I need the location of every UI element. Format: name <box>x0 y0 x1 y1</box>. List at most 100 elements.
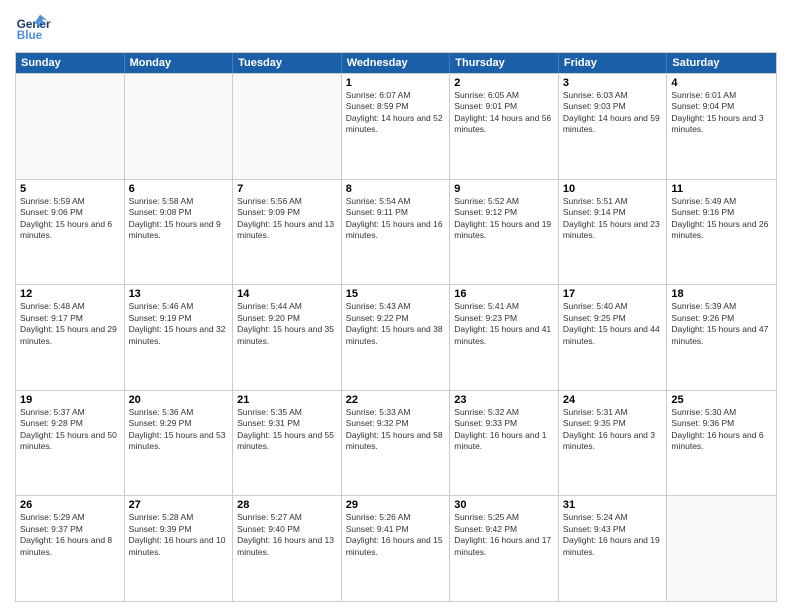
day-number: 22 <box>346 394 446 406</box>
day-info: Sunrise: 5:27 AM Sunset: 9:40 PM Dayligh… <box>237 512 337 558</box>
day-number: 15 <box>346 288 446 300</box>
day-number: 27 <box>129 499 229 511</box>
day-info: Sunrise: 5:32 AM Sunset: 9:33 PM Dayligh… <box>454 407 554 453</box>
day-info: Sunrise: 5:43 AM Sunset: 9:22 PM Dayligh… <box>346 301 446 347</box>
day-cell-14: 14Sunrise: 5:44 AM Sunset: 9:20 PM Dayli… <box>233 285 342 390</box>
day-number: 14 <box>237 288 337 300</box>
day-info: Sunrise: 5:25 AM Sunset: 9:42 PM Dayligh… <box>454 512 554 558</box>
day-info: Sunrise: 5:58 AM Sunset: 9:08 PM Dayligh… <box>129 196 229 242</box>
day-info: Sunrise: 5:28 AM Sunset: 9:39 PM Dayligh… <box>129 512 229 558</box>
day-cell-16: 16Sunrise: 5:41 AM Sunset: 9:23 PM Dayli… <box>450 285 559 390</box>
day-cell-26: 26Sunrise: 5:29 AM Sunset: 9:37 PM Dayli… <box>16 496 125 601</box>
day-info: Sunrise: 5:29 AM Sunset: 9:37 PM Dayligh… <box>20 512 120 558</box>
svg-text:Blue: Blue <box>17 29 43 42</box>
calendar-week-5: 26Sunrise: 5:29 AM Sunset: 9:37 PM Dayli… <box>16 495 776 601</box>
day-cell-20: 20Sunrise: 5:36 AM Sunset: 9:29 PM Dayli… <box>125 391 234 496</box>
day-number: 3 <box>563 77 663 89</box>
day-number: 6 <box>129 183 229 195</box>
day-number: 13 <box>129 288 229 300</box>
day-info: Sunrise: 6:05 AM Sunset: 9:01 PM Dayligh… <box>454 90 554 136</box>
day-number: 10 <box>563 183 663 195</box>
empty-cell <box>667 496 776 601</box>
day-number: 28 <box>237 499 337 511</box>
day-number: 9 <box>454 183 554 195</box>
day-cell-11: 11Sunrise: 5:49 AM Sunset: 9:16 PM Dayli… <box>667 180 776 285</box>
day-info: Sunrise: 5:39 AM Sunset: 9:26 PM Dayligh… <box>671 301 772 347</box>
day-number: 12 <box>20 288 120 300</box>
day-number: 23 <box>454 394 554 406</box>
day-cell-8: 8Sunrise: 5:54 AM Sunset: 9:11 PM Daylig… <box>342 180 451 285</box>
empty-cell <box>233 74 342 179</box>
logo: General Blue <box>15 10 51 46</box>
empty-cell <box>125 74 234 179</box>
day-cell-18: 18Sunrise: 5:39 AM Sunset: 9:26 PM Dayli… <box>667 285 776 390</box>
day-cell-6: 6Sunrise: 5:58 AM Sunset: 9:08 PM Daylig… <box>125 180 234 285</box>
calendar-week-3: 12Sunrise: 5:48 AM Sunset: 9:17 PM Dayli… <box>16 284 776 390</box>
day-info: Sunrise: 5:56 AM Sunset: 9:09 PM Dayligh… <box>237 196 337 242</box>
day-cell-31: 31Sunrise: 5:24 AM Sunset: 9:43 PM Dayli… <box>559 496 668 601</box>
day-number: 1 <box>346 77 446 89</box>
day-info: Sunrise: 5:41 AM Sunset: 9:23 PM Dayligh… <box>454 301 554 347</box>
day-info: Sunrise: 5:49 AM Sunset: 9:16 PM Dayligh… <box>671 196 772 242</box>
day-info: Sunrise: 5:37 AM Sunset: 9:28 PM Dayligh… <box>20 407 120 453</box>
day-cell-2: 2Sunrise: 6:05 AM Sunset: 9:01 PM Daylig… <box>450 74 559 179</box>
day-info: Sunrise: 5:51 AM Sunset: 9:14 PM Dayligh… <box>563 196 663 242</box>
day-cell-21: 21Sunrise: 5:35 AM Sunset: 9:31 PM Dayli… <box>233 391 342 496</box>
day-number: 16 <box>454 288 554 300</box>
day-info: Sunrise: 5:36 AM Sunset: 9:29 PM Dayligh… <box>129 407 229 453</box>
header-day-tuesday: Tuesday <box>233 53 342 73</box>
header-day-wednesday: Wednesday <box>342 53 451 73</box>
day-number: 30 <box>454 499 554 511</box>
day-info: Sunrise: 5:30 AM Sunset: 9:36 PM Dayligh… <box>671 407 772 453</box>
header: General Blue <box>15 10 777 46</box>
day-number: 18 <box>671 288 772 300</box>
day-cell-24: 24Sunrise: 5:31 AM Sunset: 9:35 PM Dayli… <box>559 391 668 496</box>
day-cell-23: 23Sunrise: 5:32 AM Sunset: 9:33 PM Dayli… <box>450 391 559 496</box>
calendar-page: General Blue SundayMondayTuesdayWednesda… <box>0 0 792 612</box>
day-number: 7 <box>237 183 337 195</box>
calendar-body: 1Sunrise: 6:07 AM Sunset: 8:59 PM Daylig… <box>16 73 776 601</box>
day-info: Sunrise: 5:31 AM Sunset: 9:35 PM Dayligh… <box>563 407 663 453</box>
day-cell-15: 15Sunrise: 5:43 AM Sunset: 9:22 PM Dayli… <box>342 285 451 390</box>
day-number: 31 <box>563 499 663 511</box>
day-cell-22: 22Sunrise: 5:33 AM Sunset: 9:32 PM Dayli… <box>342 391 451 496</box>
day-cell-30: 30Sunrise: 5:25 AM Sunset: 9:42 PM Dayli… <box>450 496 559 601</box>
day-info: Sunrise: 6:01 AM Sunset: 9:04 PM Dayligh… <box>671 90 772 136</box>
day-cell-3: 3Sunrise: 6:03 AM Sunset: 9:03 PM Daylig… <box>559 74 668 179</box>
day-info: Sunrise: 5:44 AM Sunset: 9:20 PM Dayligh… <box>237 301 337 347</box>
calendar-week-2: 5Sunrise: 5:59 AM Sunset: 9:06 PM Daylig… <box>16 179 776 285</box>
day-number: 20 <box>129 394 229 406</box>
day-number: 21 <box>237 394 337 406</box>
day-info: Sunrise: 5:48 AM Sunset: 9:17 PM Dayligh… <box>20 301 120 347</box>
day-cell-25: 25Sunrise: 5:30 AM Sunset: 9:36 PM Dayli… <box>667 391 776 496</box>
day-cell-19: 19Sunrise: 5:37 AM Sunset: 9:28 PM Dayli… <box>16 391 125 496</box>
logo-icon: General Blue <box>15 10 51 46</box>
day-info: Sunrise: 5:52 AM Sunset: 9:12 PM Dayligh… <box>454 196 554 242</box>
calendar: SundayMondayTuesdayWednesdayThursdayFrid… <box>15 52 777 602</box>
day-info: Sunrise: 5:24 AM Sunset: 9:43 PM Dayligh… <box>563 512 663 558</box>
day-cell-1: 1Sunrise: 6:07 AM Sunset: 8:59 PM Daylig… <box>342 74 451 179</box>
day-number: 17 <box>563 288 663 300</box>
day-number: 26 <box>20 499 120 511</box>
day-number: 4 <box>671 77 772 89</box>
day-info: Sunrise: 5:33 AM Sunset: 9:32 PM Dayligh… <box>346 407 446 453</box>
day-cell-29: 29Sunrise: 5:26 AM Sunset: 9:41 PM Dayli… <box>342 496 451 601</box>
day-number: 11 <box>671 183 772 195</box>
day-info: Sunrise: 5:54 AM Sunset: 9:11 PM Dayligh… <box>346 196 446 242</box>
day-cell-17: 17Sunrise: 5:40 AM Sunset: 9:25 PM Dayli… <box>559 285 668 390</box>
day-number: 8 <box>346 183 446 195</box>
calendar-week-1: 1Sunrise: 6:07 AM Sunset: 8:59 PM Daylig… <box>16 73 776 179</box>
day-info: Sunrise: 5:26 AM Sunset: 9:41 PM Dayligh… <box>346 512 446 558</box>
day-cell-13: 13Sunrise: 5:46 AM Sunset: 9:19 PM Dayli… <box>125 285 234 390</box>
day-cell-10: 10Sunrise: 5:51 AM Sunset: 9:14 PM Dayli… <box>559 180 668 285</box>
day-number: 19 <box>20 394 120 406</box>
header-day-sunday: Sunday <box>16 53 125 73</box>
day-number: 29 <box>346 499 446 511</box>
day-info: Sunrise: 5:35 AM Sunset: 9:31 PM Dayligh… <box>237 407 337 453</box>
day-info: Sunrise: 6:03 AM Sunset: 9:03 PM Dayligh… <box>563 90 663 136</box>
day-cell-7: 7Sunrise: 5:56 AM Sunset: 9:09 PM Daylig… <box>233 180 342 285</box>
day-cell-27: 27Sunrise: 5:28 AM Sunset: 9:39 PM Dayli… <box>125 496 234 601</box>
day-number: 5 <box>20 183 120 195</box>
day-info: Sunrise: 6:07 AM Sunset: 8:59 PM Dayligh… <box>346 90 446 136</box>
day-cell-5: 5Sunrise: 5:59 AM Sunset: 9:06 PM Daylig… <box>16 180 125 285</box>
